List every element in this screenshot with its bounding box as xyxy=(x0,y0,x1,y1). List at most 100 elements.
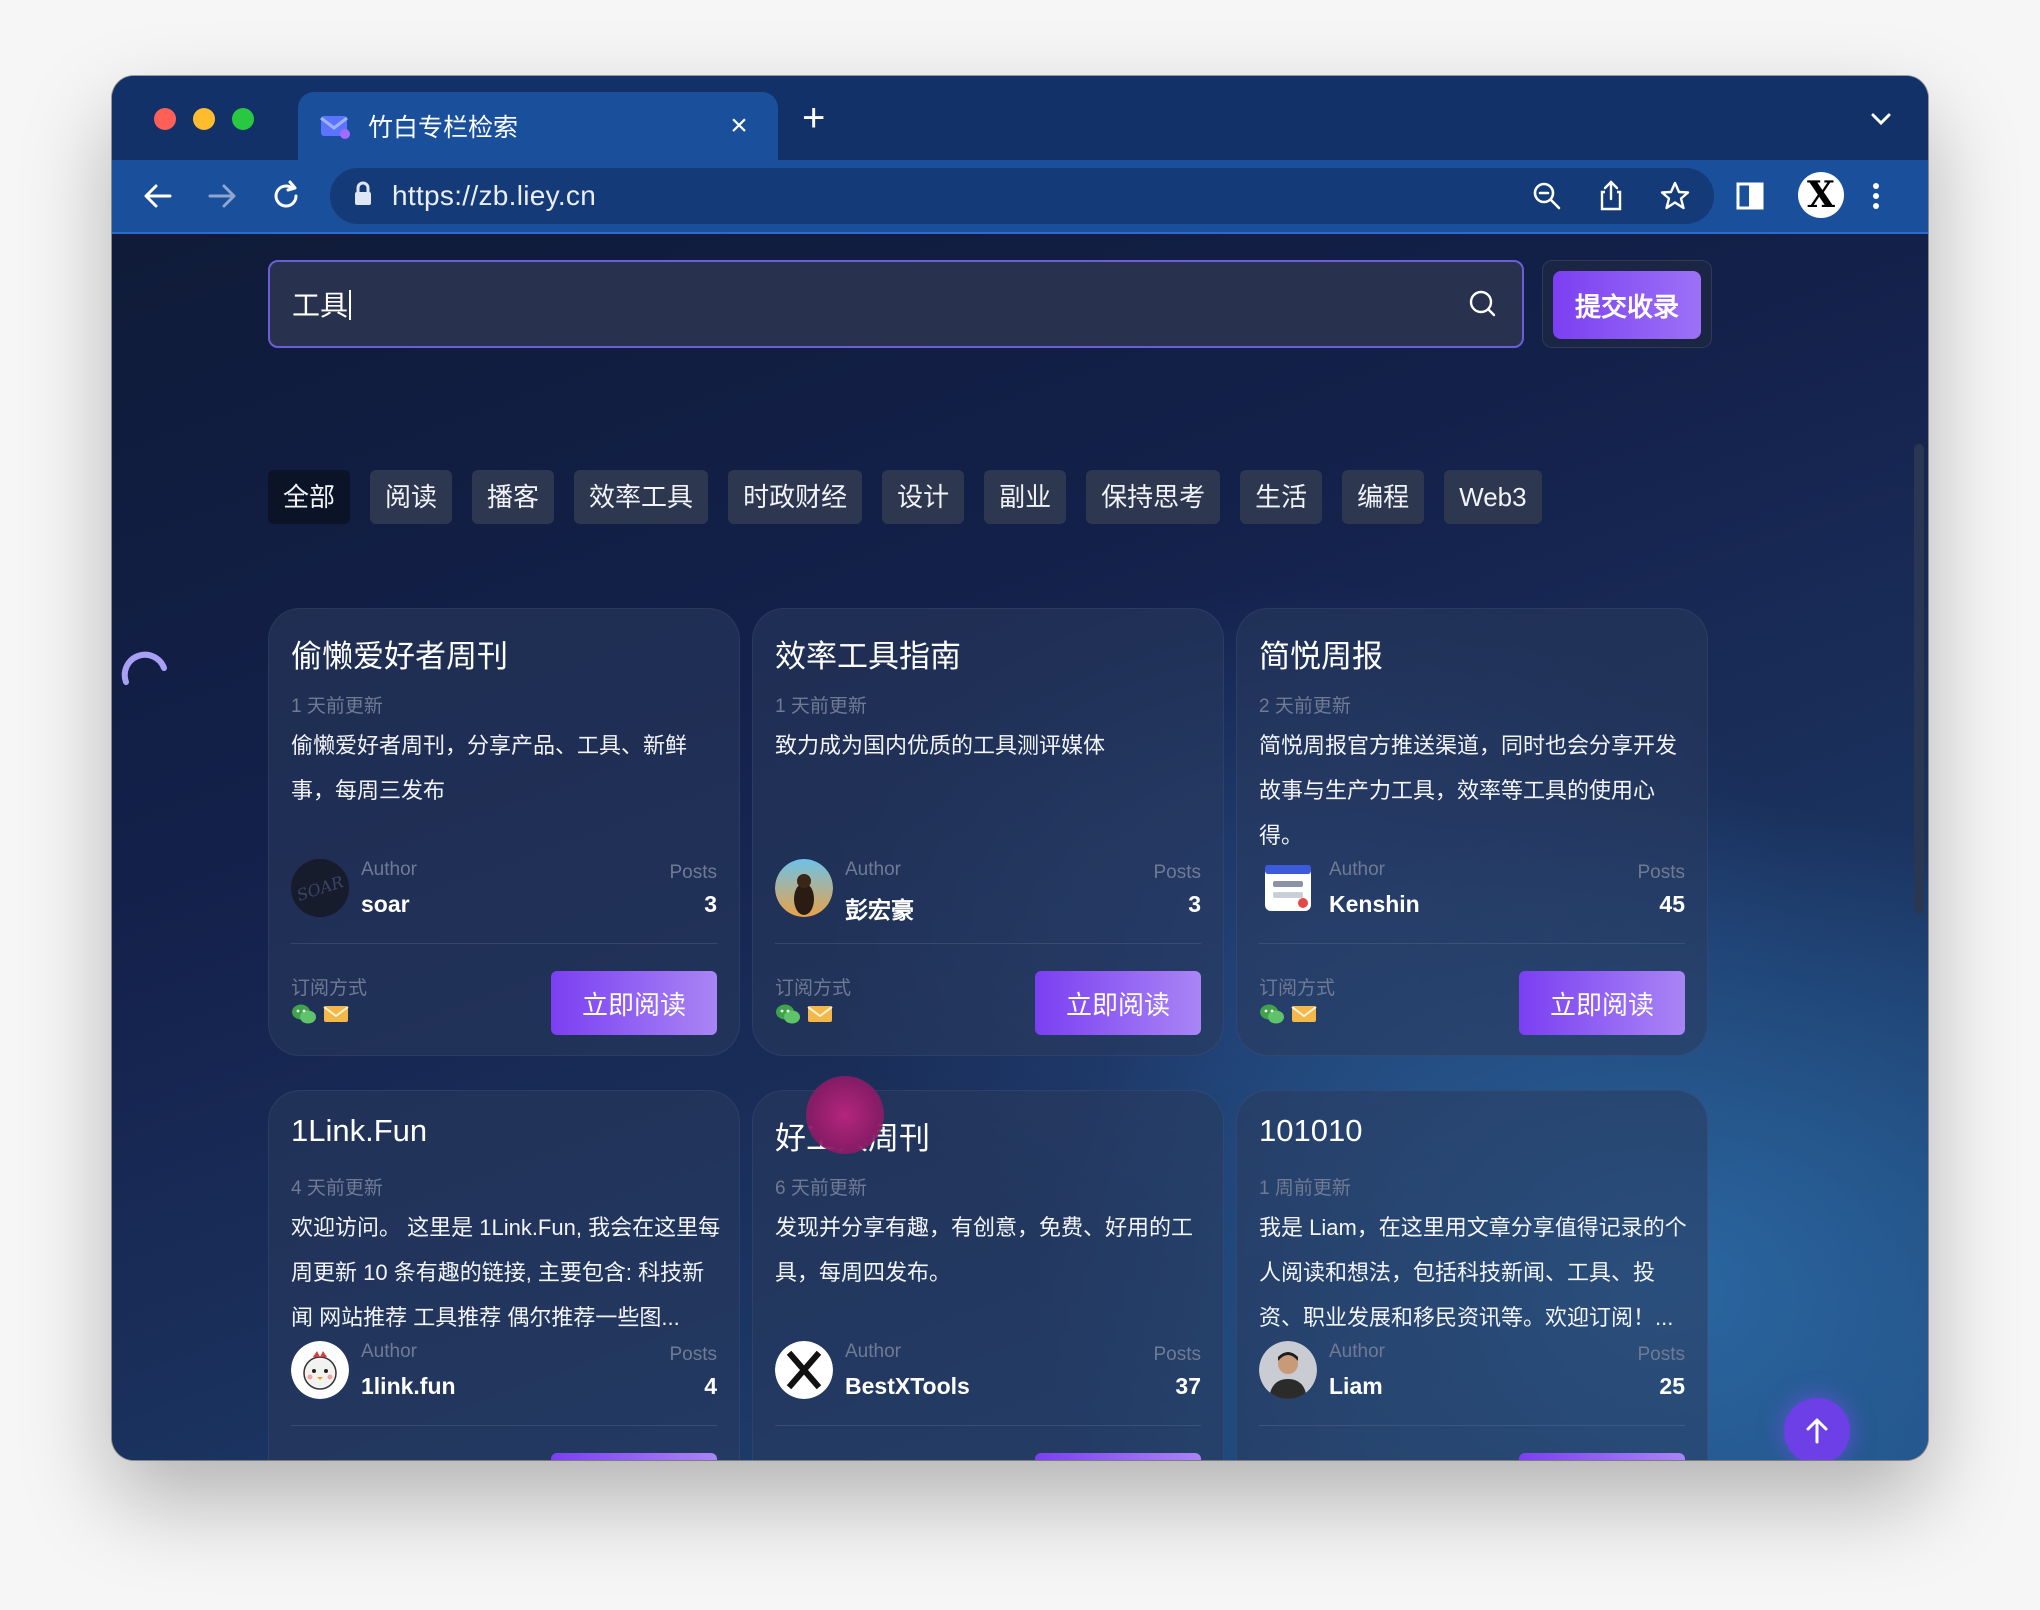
search-icon[interactable] xyxy=(1466,287,1500,321)
back-arrow-icon[interactable] xyxy=(140,178,176,214)
read-now-button[interactable]: 立即阅读 xyxy=(551,1453,717,1460)
card-description: 简悦周报官方推送渠道，同时也会分享开发故事与生产力工具，效率等工具的使用心得。 xyxy=(1259,733,1678,848)
newsletter-card: 101010 1 周前更新 我是 Liam，在这里用文章分享值得记录的个人阅读和… xyxy=(1236,1090,1708,1460)
mail-icon[interactable] xyxy=(807,1004,833,1024)
newsletter-card: 1Link.Fun 4 天前更新 欢迎访问。 这里是 1Link.Fun, 我会… xyxy=(268,1090,740,1460)
minimize-window-button[interactable] xyxy=(193,108,215,130)
category-filter: 全部 阅读 播客 效率工具 时政财经 设计 副业 保持思考 生活 编程 Web3 xyxy=(268,470,1562,524)
subscribe-label: 订阅方式 xyxy=(775,1455,851,1460)
scrollbar-thumb[interactable] xyxy=(1914,444,1924,914)
card-description: 欢迎访问。 这里是 1Link.Fun, 我会在这里每周更新 10 条有趣的链接… xyxy=(291,1215,721,1330)
more-menu-icon[interactable] xyxy=(1858,178,1894,214)
mail-icon[interactable] xyxy=(1291,1004,1317,1024)
tab-close-icon[interactable]: × xyxy=(722,109,756,143)
card-title[interactable]: 偷懒爱好者周刊 xyxy=(291,631,508,676)
new-tab-button[interactable]: + xyxy=(802,98,825,138)
back-to-top-button[interactable] xyxy=(1784,1398,1850,1460)
read-now-button[interactable]: 立即阅读 xyxy=(1519,971,1685,1035)
forward-arrow-icon[interactable] xyxy=(204,178,240,214)
maximize-window-button[interactable] xyxy=(232,108,254,130)
author-name: soar xyxy=(361,891,410,917)
sidebar-icon[interactable] xyxy=(1732,178,1768,214)
subscribe-label: 订阅方式 xyxy=(291,978,368,999)
subscribe-methods xyxy=(291,1003,349,1025)
author-label: Author xyxy=(845,859,901,880)
posts-count: 3 xyxy=(704,891,717,917)
card-updated: 1 周前更新 xyxy=(1259,1178,1351,1199)
zoom-icon[interactable] xyxy=(1530,179,1564,213)
tab-title: 竹白专栏检索 xyxy=(368,114,519,142)
card-title[interactable]: 1Link.Fun xyxy=(291,1113,427,1149)
bookmark-star-icon[interactable] xyxy=(1658,179,1692,213)
reload-icon[interactable] xyxy=(268,178,304,214)
posts-label: Posts xyxy=(1153,1344,1201,1365)
share-icon[interactable] xyxy=(1594,179,1628,213)
category-tab[interactable]: 设计 xyxy=(882,470,965,524)
photo-avatar xyxy=(775,859,833,917)
card-title[interactable]: 101010 xyxy=(1259,1113,1362,1149)
category-tab[interactable]: 阅读 xyxy=(370,470,453,524)
submit-entry-button[interactable]: 提交收录 xyxy=(1553,271,1701,339)
author-label: Author xyxy=(361,1341,417,1362)
read-now-button[interactable]: 立即阅读 xyxy=(1519,1453,1685,1460)
divider xyxy=(775,1425,1201,1426)
author-label: Author xyxy=(361,859,417,880)
read-now-button[interactable]: 立即阅读 xyxy=(551,971,717,1035)
arrow-up-icon xyxy=(1806,1418,1828,1444)
profile-avatar[interactable]: X xyxy=(1798,172,1844,218)
newsletter-card: 偷懒爱好者周刊 1 天前更新 偷懒爱好者周刊，分享产品、工具、新鲜事，每周三发布… xyxy=(268,608,740,1056)
search-input[interactable]: 工具 xyxy=(268,260,1524,348)
author-name: Kenshin xyxy=(1329,891,1420,917)
author-name: BestXTools xyxy=(845,1373,970,1399)
category-tab[interactable]: 效率工具 xyxy=(574,470,709,524)
loading-arc-icon xyxy=(116,640,176,700)
decorative-blob xyxy=(806,1076,884,1154)
category-tab[interactable]: 全部 xyxy=(268,470,351,524)
divider xyxy=(1259,943,1685,944)
card-updated: 1 天前更新 xyxy=(291,696,383,717)
active-tab[interactable]: 竹白专栏检索 × xyxy=(298,92,778,160)
newsletter-card: 简悦周报 2 天前更新 简悦周报官方推送渠道，同时也会分享开发故事与生产力工具，… xyxy=(1236,608,1708,1056)
posts-label: Posts xyxy=(669,1344,717,1365)
divider xyxy=(1259,1425,1685,1426)
subscribe-methods xyxy=(1259,1003,1317,1025)
category-tab[interactable]: 播客 xyxy=(472,470,555,524)
browser-toolbar: https://zb.liey.cn X xyxy=(112,160,1928,234)
read-now-button[interactable]: 立即阅读 xyxy=(1035,971,1201,1035)
posts-label: Posts xyxy=(1153,862,1201,883)
read-now-button[interactable]: 立即阅读 xyxy=(1035,1453,1201,1460)
address-bar[interactable]: https://zb.liey.cn xyxy=(330,168,1714,224)
wechat-icon[interactable] xyxy=(291,1003,317,1025)
wechat-icon[interactable] xyxy=(775,1003,801,1025)
subscribe-label: 订阅方式 xyxy=(1259,1455,1335,1460)
category-tab[interactable]: 时政财经 xyxy=(728,470,863,524)
card-description: 偷懒爱好者周刊，分享产品、工具、新鲜事，每周三发布 xyxy=(291,733,688,803)
posts-label: Posts xyxy=(669,862,717,883)
card-title[interactable]: 简悦周报 xyxy=(1259,631,1383,676)
category-tab[interactable]: 生活 xyxy=(1240,470,1323,524)
mail-favicon-icon xyxy=(320,112,352,140)
x-logo-avatar xyxy=(775,1341,833,1399)
category-tab[interactable]: 保持思考 xyxy=(1086,470,1221,524)
card-description: 致力成为国内优质的工具测评媒体 xyxy=(775,733,1106,758)
author-label: Author xyxy=(845,1341,901,1362)
mail-icon[interactable] xyxy=(323,1004,349,1024)
category-tab[interactable]: Web3 xyxy=(1444,470,1542,524)
search-query: 工具 xyxy=(292,284,1466,324)
card-title[interactable]: 效率工具指南 xyxy=(775,631,961,676)
category-tab[interactable]: 编程 xyxy=(1342,470,1425,524)
card-description: 发现并分享有趣，有创意，免费、好用的工具，每周四发布。 xyxy=(775,1215,1194,1285)
chevron-down-icon[interactable] xyxy=(1864,102,1898,136)
posts-count: 3 xyxy=(1188,891,1201,917)
posts-count: 45 xyxy=(1659,891,1685,917)
divider xyxy=(291,1425,717,1426)
category-tab[interactable]: 副业 xyxy=(984,470,1067,524)
close-window-button[interactable] xyxy=(154,108,176,130)
author-name: Liam xyxy=(1329,1373,1383,1399)
wechat-icon[interactable] xyxy=(1259,1003,1285,1025)
soar-logo-avatar: SOAR xyxy=(291,859,349,917)
page-content: 工具 提交收录 全部 阅读 播客 效率工具 时政财经 设计 副业 保持思考 生活… xyxy=(112,234,1928,1460)
url-text: https://zb.liey.cn xyxy=(392,180,597,211)
subscribe-methods xyxy=(775,1003,833,1025)
subscribe-label: 订阅方式 xyxy=(775,978,852,999)
